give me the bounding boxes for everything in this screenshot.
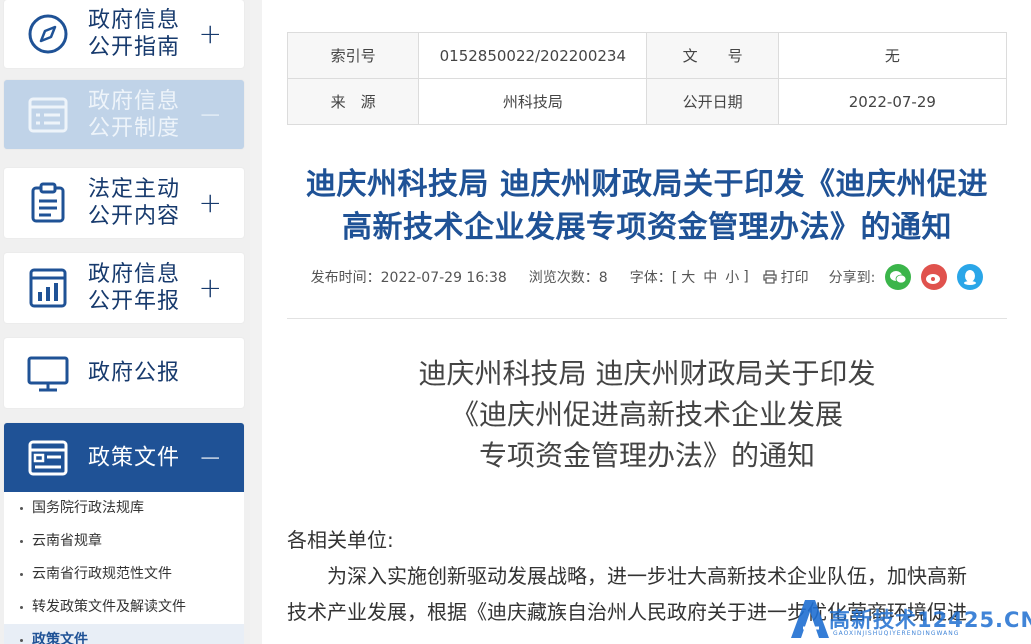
submenu-item-current[interactable]: 政策文件 [4, 624, 244, 644]
sidebar-item-label: 政府信息公开指南 [88, 8, 181, 60]
wechat-share-icon[interactable] [885, 264, 912, 290]
index-value: 0152850022/202200234 [418, 32, 648, 79]
article-panel: 索引号 0152850022/202200234 文 号 无 来 源 州科技局 … [262, 0, 1031, 644]
font-small-button[interactable]: 小 [725, 267, 739, 287]
article-title-line: 迪庆州科技局 迪庆州财政局关于印发《迪庆州促进 [306, 167, 988, 202]
docno-label: 文 号 [646, 32, 779, 79]
date-label: 公开日期 [646, 78, 779, 125]
submenu-item[interactable]: 云南省规章 [4, 525, 244, 558]
salutation: 各相关单位: [287, 528, 394, 552]
policy-submenu: 国务院行政法规库 云南省规章 云南省行政规范性文件 转发政策文件及解读文件 政策… [4, 492, 244, 644]
date-value: 2022-07-29 [777, 78, 1008, 125]
sidebar-item-annual-report[interactable]: 政府信息公开年报 + [4, 253, 244, 323]
weibo-share-icon[interactable] [921, 264, 948, 290]
font-large-button[interactable]: 大 [681, 267, 695, 287]
sidebar-item-label: 政府信息公开年报 [88, 262, 181, 314]
divider [287, 318, 1007, 319]
expand-icon[interactable]: + [199, 189, 222, 217]
submenu-item[interactable]: 云南省行政规范性文件 [4, 558, 244, 591]
article-info-bar: 发布时间：2022-07-29 16:38 浏览次数：8 字体：[ 大 中 小 … [287, 262, 1007, 292]
page: 政府信息公开指南 + 政府信息公开制度 − 法定主动公开内容 + 政府信息公开年… [0, 0, 1031, 644]
document-heading-line: 《迪庆州促进高新技术企业发展 [450, 398, 843, 431]
source-value: 州科技局 [418, 78, 648, 125]
sidebar-item-disclosure-system[interactable]: 政府信息公开制度 − [4, 80, 244, 149]
share-label: 分享到: [828, 270, 876, 286]
printer-icon[interactable] [763, 270, 777, 284]
sidebar-item-label: 法定主动公开内容 [88, 177, 181, 229]
sidebar: 政府信息公开指南 + 政府信息公开制度 − 法定主动公开内容 + 政府信息公开年… [0, 0, 250, 644]
sidebar-item-label: 政策文件 [88, 445, 181, 470]
document-meta-table: 索引号 0152850022/202200234 文 号 无 来 源 州科技局 … [286, 32, 1008, 125]
font-size-bracket: ] [743, 269, 749, 285]
source-label: 来 源 [286, 78, 420, 125]
bar-report-icon [29, 268, 67, 308]
submenu-item[interactable]: 国务院行政法规库 [4, 492, 244, 525]
article-title: 迪庆州科技局 迪庆州财政局关于印发《迪庆州促进 高新技术企业发展专项资金管理办法… [287, 163, 1007, 249]
font-size-label: 字体：[ [629, 270, 678, 286]
document-heading: 迪庆州科技局 迪庆州财政局关于印发 《迪庆州促进高新技术企业发展 专项资金管理办… [287, 353, 1007, 476]
list-doc-icon [28, 97, 68, 132]
sidebar-item-disclosure-guide[interactable]: 政府信息公开指南 + [4, 0, 244, 68]
table-row: 来 源 州科技局 公开日期 2022-07-29 [286, 78, 1008, 125]
sidebar-item-label: 政府公报 [88, 360, 181, 386]
article-title-line: 高新技术企业发展专项资金管理办法》的通知 [342, 210, 952, 245]
compass-icon [28, 14, 68, 54]
sidebar-item-policy-docs[interactable]: 政策文件 − [4, 423, 244, 492]
sidebar-item-gazette[interactable]: 政府公报 [4, 338, 244, 408]
expand-icon[interactable]: + [199, 274, 222, 302]
document-heading-line: 专项资金管理办法》的通知 [478, 439, 815, 472]
qq-share-icon[interactable] [957, 264, 984, 290]
document-heading-line: 迪庆州科技局 迪庆州财政局关于印发 [418, 357, 876, 390]
clipboard-icon [31, 182, 65, 223]
collapse-icon[interactable]: − [199, 443, 222, 472]
watermark-logo-icon [791, 600, 829, 638]
print-button[interactable]: 打印 [781, 267, 809, 287]
table-row: 索引号 0152850022/202200234 文 号 无 [286, 32, 1008, 79]
font-medium-button[interactable]: 中 [703, 267, 717, 287]
collapse-icon[interactable]: − [199, 100, 222, 129]
docno-value: 无 [777, 32, 1008, 79]
publish-time: 发布时间：2022-07-29 16:38 [310, 270, 507, 286]
expand-icon[interactable]: + [199, 20, 222, 48]
watermark-subtext: GAOXINJISHUQIYERENDINGWANG [833, 630, 960, 637]
view-count: 浏览次数：8 [528, 270, 608, 286]
body-paragraph: 为深入实施创新驱动发展战略，进一步壮大高新技术企业队伍，加快高新 [327, 564, 967, 588]
sidebar-item-label: 政府信息公开制度 [88, 88, 181, 141]
submenu-item[interactable]: 转发政策文件及解读文件 [4, 591, 244, 624]
policy-doc-icon [28, 440, 68, 475]
site-watermark: 高新技术12425.CN GAOXINJISHUQIYERENDINGWANG [785, 592, 1031, 644]
sidebar-item-statutory-content[interactable]: 法定主动公开内容 + [4, 168, 244, 238]
index-label: 索引号 [286, 32, 420, 79]
monitor-icon [27, 356, 69, 392]
